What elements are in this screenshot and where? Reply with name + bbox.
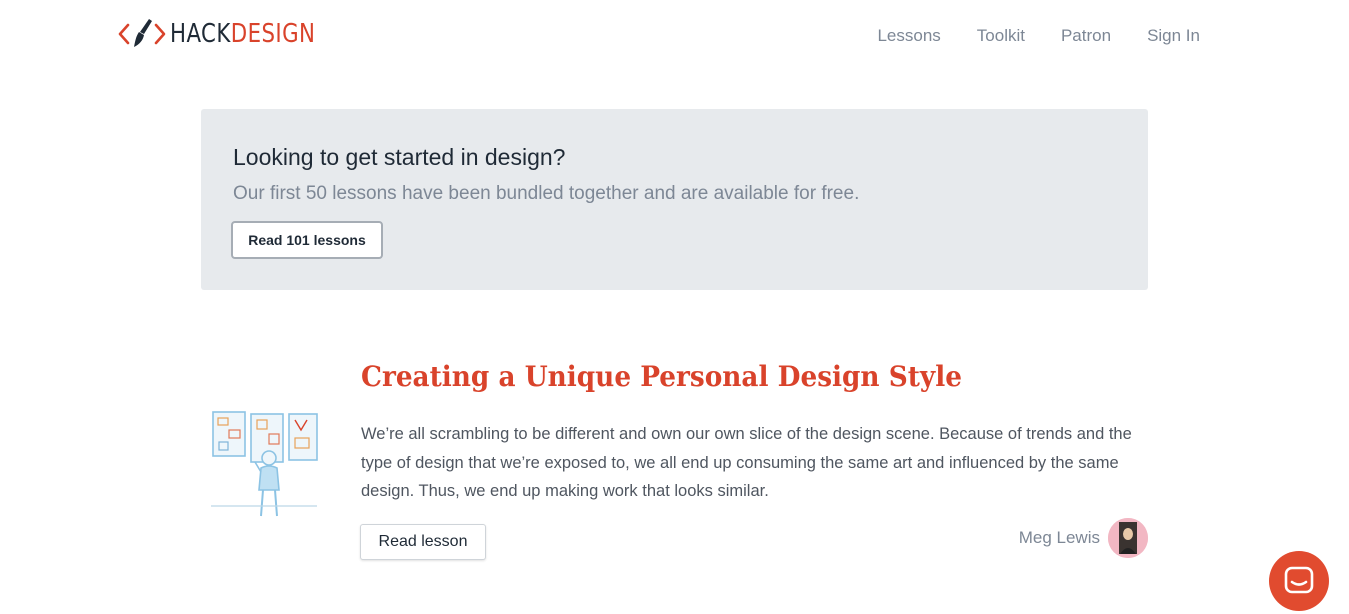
banner-title: Looking to get started in design? bbox=[233, 144, 566, 170]
read-lesson-button[interactable]: Read lesson bbox=[360, 524, 486, 560]
logo-design: DESIGN bbox=[230, 19, 316, 49]
lesson-author[interactable]: Meg Lewis bbox=[1019, 518, 1148, 558]
chat-bubble-icon bbox=[1284, 566, 1314, 594]
nav-sign-in[interactable]: Sign In bbox=[1147, 26, 1200, 46]
logo[interactable]: HACK DESIGN bbox=[118, 16, 347, 52]
lesson-description: We’re all scrambling to be different and… bbox=[361, 425, 1132, 500]
site-header: HACK DESIGN Lessons Toolkit Patron Sign I… bbox=[0, 0, 1349, 76]
read-101-lessons-button[interactable]: Read 101 lessons bbox=[231, 221, 383, 259]
lesson-title[interactable]: Creating a Unique Personal Design Style bbox=[361, 360, 962, 393]
author-name: Meg Lewis bbox=[1018, 528, 1100, 547]
code-brush-logo-icon bbox=[118, 19, 166, 47]
logo-wordmark: HACK DESIGN bbox=[170, 19, 315, 49]
free-lessons-banner: Looking to get started in design? Our fi… bbox=[201, 109, 1148, 290]
chat-widget-button[interactable] bbox=[1269, 551, 1329, 611]
logo-hack: HACK bbox=[170, 19, 231, 49]
nav-toolkit[interactable]: Toolkit bbox=[977, 26, 1025, 46]
gallery-viewer-illustration-icon bbox=[211, 411, 318, 517]
avatar bbox=[1108, 518, 1148, 558]
nav-lessons[interactable]: Lessons bbox=[877, 26, 940, 46]
banner-subtitle: Our first 50 lessons have been bundled t… bbox=[233, 183, 860, 204]
page: HACK DESIGN Lessons Toolkit Patron Sign I… bbox=[0, 0, 1349, 614]
main-nav: Lessons Toolkit Patron Sign In bbox=[841, 26, 1200, 46]
nav-patron[interactable]: Patron bbox=[1061, 26, 1111, 46]
